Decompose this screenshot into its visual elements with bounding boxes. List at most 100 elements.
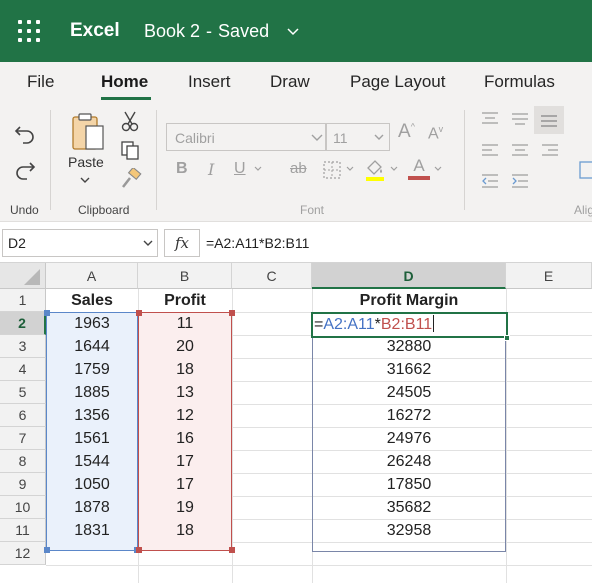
cell-a1[interactable]: Sales: [46, 289, 138, 312]
font-name-select[interactable]: Calibri: [166, 123, 326, 151]
undo-icon[interactable]: [14, 122, 36, 144]
app-launcher-icon[interactable]: [18, 20, 40, 42]
range-b-handle[interactable]: [136, 547, 142, 553]
cell-a8[interactable]: 1544: [46, 450, 138, 473]
paste-button[interactable]: Paste: [68, 154, 104, 170]
cell-b11[interactable]: 18: [138, 519, 232, 542]
row-header-8[interactable]: 8: [0, 450, 46, 473]
row-header-2[interactable]: 2: [0, 312, 46, 335]
wrap-text-icon[interactable]: [578, 160, 592, 180]
row-header-11[interactable]: 11: [0, 519, 46, 542]
row-header-5[interactable]: 5: [0, 381, 46, 404]
borders-icon[interactable]: [322, 160, 342, 180]
column-header-a[interactable]: A: [46, 263, 138, 289]
active-cell-d2[interactable]: =A2:A11*B2:B11: [311, 312, 508, 338]
row-header-1[interactable]: 1: [0, 289, 46, 312]
cell-b8[interactable]: 17: [138, 450, 232, 473]
paste-chevron-down-icon[interactable]: [80, 176, 90, 184]
cell-b1[interactable]: Profit: [138, 289, 232, 312]
row-header-3[interactable]: 3: [0, 335, 46, 358]
font-color-button[interactable]: A: [408, 156, 430, 180]
font-size-select[interactable]: 11: [326, 123, 390, 151]
cell-b7[interactable]: 16: [138, 427, 232, 450]
underline-button[interactable]: U: [234, 160, 246, 178]
cell-a7[interactable]: 1561: [46, 427, 138, 450]
row-header-12[interactable]: 12: [0, 542, 46, 565]
paste-icon[interactable]: [70, 112, 106, 152]
cell-a5[interactable]: 1885: [46, 381, 138, 404]
cell-a11[interactable]: 1831: [46, 519, 138, 542]
align-bottom-button[interactable]: [534, 106, 564, 134]
cell-b6[interactable]: 12: [138, 404, 232, 427]
column-header-e[interactable]: E: [506, 263, 592, 289]
document-title[interactable]: Book 2- Saved: [144, 21, 269, 42]
name-box-chevron-down-icon[interactable]: [143, 238, 153, 248]
align-top-icon[interactable]: [480, 110, 500, 128]
align-center-icon[interactable]: [510, 142, 530, 160]
cell-d5[interactable]: 24505: [312, 381, 506, 404]
shrink-font-button[interactable]: Av: [428, 124, 443, 143]
name-box[interactable]: D2: [2, 229, 158, 257]
cut-icon[interactable]: [120, 110, 140, 132]
cell-b9[interactable]: 17: [138, 473, 232, 496]
row-header-9[interactable]: 9: [0, 473, 46, 496]
row-header-6[interactable]: 6: [0, 404, 46, 427]
cell-a2[interactable]: 1963: [46, 312, 138, 335]
align-middle-icon[interactable]: [510, 110, 530, 128]
align-right-icon[interactable]: [540, 142, 560, 160]
borders-chevron-down-icon[interactable]: [346, 166, 354, 172]
cell-d9[interactable]: 17850: [312, 473, 506, 496]
formula-input[interactable]: =A2:A11*B2:B11: [200, 229, 592, 257]
cell-b10[interactable]: 19: [138, 496, 232, 519]
copy-icon[interactable]: [120, 140, 140, 160]
cell-a6[interactable]: 1356: [46, 404, 138, 427]
tab-page-layout[interactable]: Page Layout: [350, 72, 445, 92]
cell-d11[interactable]: 32958: [312, 519, 506, 542]
cell-d4[interactable]: 31662: [312, 358, 506, 381]
tab-file[interactable]: File: [27, 72, 54, 92]
column-header-c[interactable]: C: [232, 263, 312, 289]
decrease-indent-icon[interactable]: [480, 172, 500, 190]
grow-font-button[interactable]: A^: [398, 121, 415, 143]
tab-home[interactable]: Home: [101, 72, 148, 92]
italic-button[interactable]: I: [208, 160, 214, 179]
fill-color-chevron-down-icon[interactable]: [390, 166, 398, 172]
chevron-down-icon[interactable]: [286, 24, 300, 38]
format-painter-icon[interactable]: [120, 168, 142, 190]
row-header-10[interactable]: 10: [0, 496, 46, 519]
fill-color-icon[interactable]: [364, 158, 386, 182]
cell-a4[interactable]: 1759: [46, 358, 138, 381]
cell-d3[interactable]: 32880: [312, 335, 506, 358]
bold-button[interactable]: B: [176, 160, 188, 178]
cell-d10[interactable]: 35682: [312, 496, 506, 519]
increase-indent-icon[interactable]: [510, 172, 530, 190]
column-header-b[interactable]: B: [138, 263, 232, 289]
cell-d7[interactable]: 24976: [312, 427, 506, 450]
column-header-d[interactable]: D: [312, 263, 506, 289]
redo-icon[interactable]: [14, 158, 36, 180]
cell-b2[interactable]: 11: [138, 312, 232, 335]
range-b-handle[interactable]: [229, 547, 235, 553]
strikethrough-button[interactable]: ab: [290, 160, 307, 177]
row-header-4[interactable]: 4: [0, 358, 46, 381]
underline-chevron-down-icon[interactable]: [254, 166, 262, 172]
insert-function-button[interactable]: fx: [164, 229, 200, 257]
tab-insert[interactable]: Insert: [188, 72, 231, 92]
range-a-handle[interactable]: [44, 547, 50, 553]
font-color-chevron-down-icon[interactable]: [434, 166, 442, 172]
select-all-button[interactable]: [0, 263, 46, 289]
cell-a9[interactable]: 1050: [46, 473, 138, 496]
cell-d8[interactable]: 26248: [312, 450, 506, 473]
cell-b5[interactable]: 13: [138, 381, 232, 404]
fill-handle[interactable]: [504, 335, 510, 341]
worksheet-grid[interactable]: A B C D E 1 2 3 4 5 6 7 8 9 10 11 12 Sal…: [0, 263, 592, 583]
cell-d6[interactable]: 16272: [312, 404, 506, 427]
row-header-7[interactable]: 7: [0, 427, 46, 450]
cell-b4[interactable]: 18: [138, 358, 232, 381]
align-left-icon[interactable]: [480, 142, 500, 160]
tab-formulas[interactable]: Formulas: [484, 72, 555, 92]
cell-a3[interactable]: 1644: [46, 335, 138, 358]
tab-draw[interactable]: Draw: [270, 72, 310, 92]
cell-a10[interactable]: 1878: [46, 496, 138, 519]
cell-d1[interactable]: Profit Margin: [312, 289, 506, 312]
